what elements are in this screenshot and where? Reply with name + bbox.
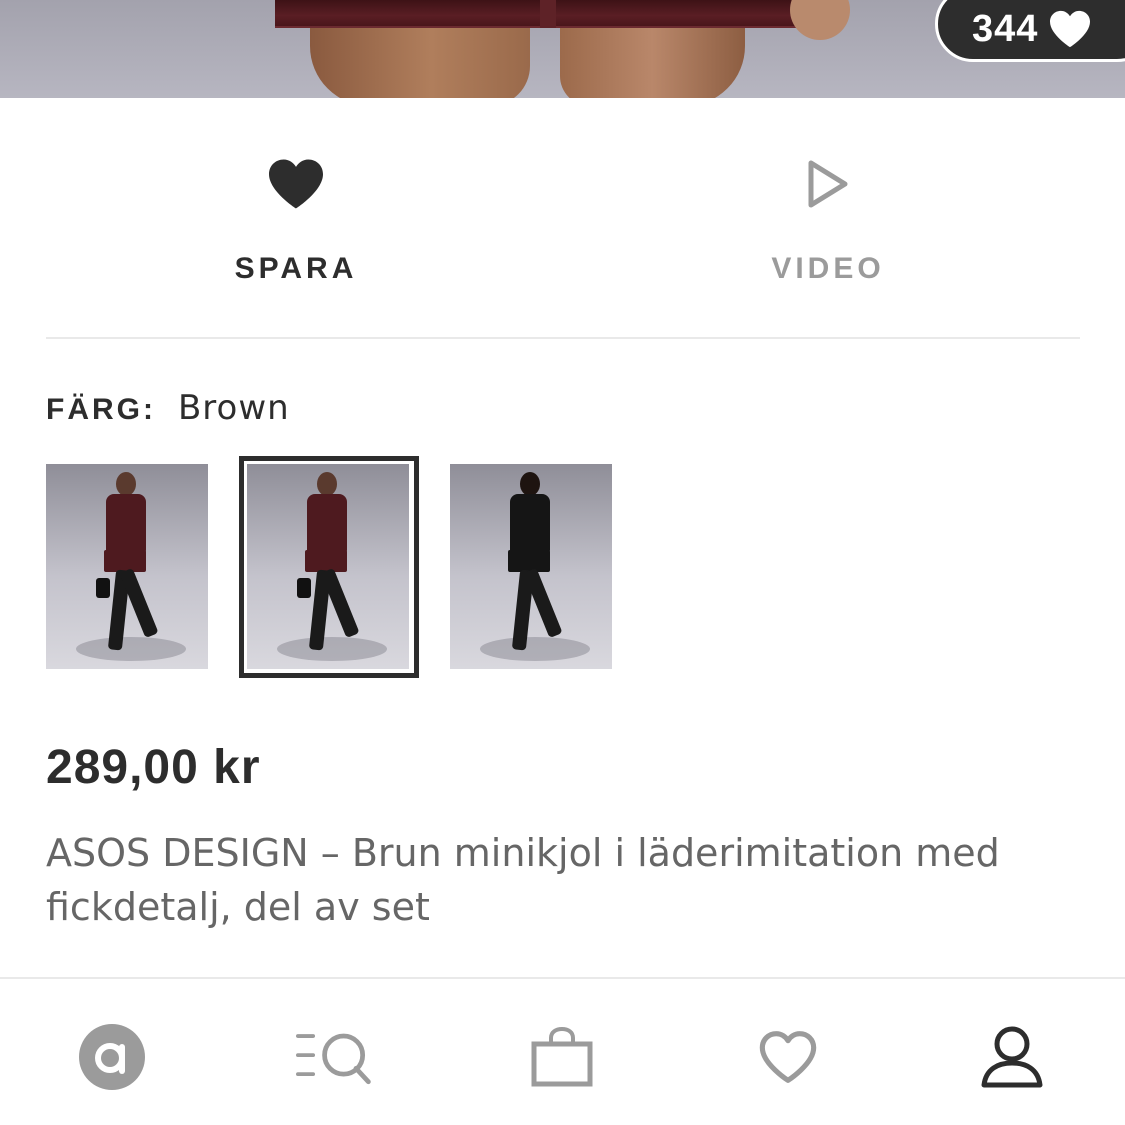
model-jacket [106,494,146,554]
model-skirt [508,550,550,572]
color-swatches [46,456,646,684]
model-head [520,472,540,496]
likes-badge: 344 [935,0,1125,62]
color-label: FÄRG: [46,393,156,426]
save-button[interactable]: SPARA [146,98,446,338]
bag-icon [531,1026,593,1087]
skirt-seam [540,0,556,28]
model-head [116,472,136,496]
account-icon [981,1026,1043,1088]
bottom-nav [0,979,1125,1125]
product-title: ASOS DESIGN – Brun minikjol i läderimita… [46,831,1000,929]
likes-count: 344 [972,7,1039,50]
color-swatch-brown[interactable] [46,464,208,669]
model-head [317,472,337,496]
model-leg-right [560,26,745,98]
model-skirt [305,550,347,572]
search-categories-icon [296,1033,371,1085]
nav-saved[interactable] [748,1017,828,1097]
model-bag [96,578,110,598]
swatch-shadow [277,637,387,661]
play-icon [806,156,850,212]
video-label: VIDEO [771,252,885,285]
product-price: 289,00 kr [46,741,261,794]
nav-account[interactable] [972,1017,1052,1097]
saved-heart-icon [759,1031,817,1083]
nav-bag[interactable] [522,1017,602,1097]
model-jacket [307,494,347,554]
product-image[interactable]: 344 [0,0,1125,98]
color-swatch-black[interactable] [450,464,612,669]
heart-icon [1050,10,1091,48]
swatch-shadow [480,637,590,661]
model-jacket [510,494,550,554]
model-hand [790,0,850,40]
color-selector-label: FÄRG: Brown [46,388,290,428]
model-leg-left [310,26,530,98]
nav-search[interactable] [296,1017,376,1097]
nav-home[interactable] [72,1017,152,1097]
model-bag [297,578,311,598]
save-label: SPARA [234,252,358,285]
color-swatch-brown-selected[interactable] [247,464,409,669]
divider [46,337,1080,339]
action-row: SPARA VIDEO [0,98,1125,338]
video-button[interactable]: VIDEO [678,98,978,338]
swatch-shadow [76,637,186,661]
model-skirt [104,550,146,572]
color-value: Brown [177,388,290,428]
asos-home-icon [79,1024,145,1090]
heart-filled-icon [265,156,327,212]
